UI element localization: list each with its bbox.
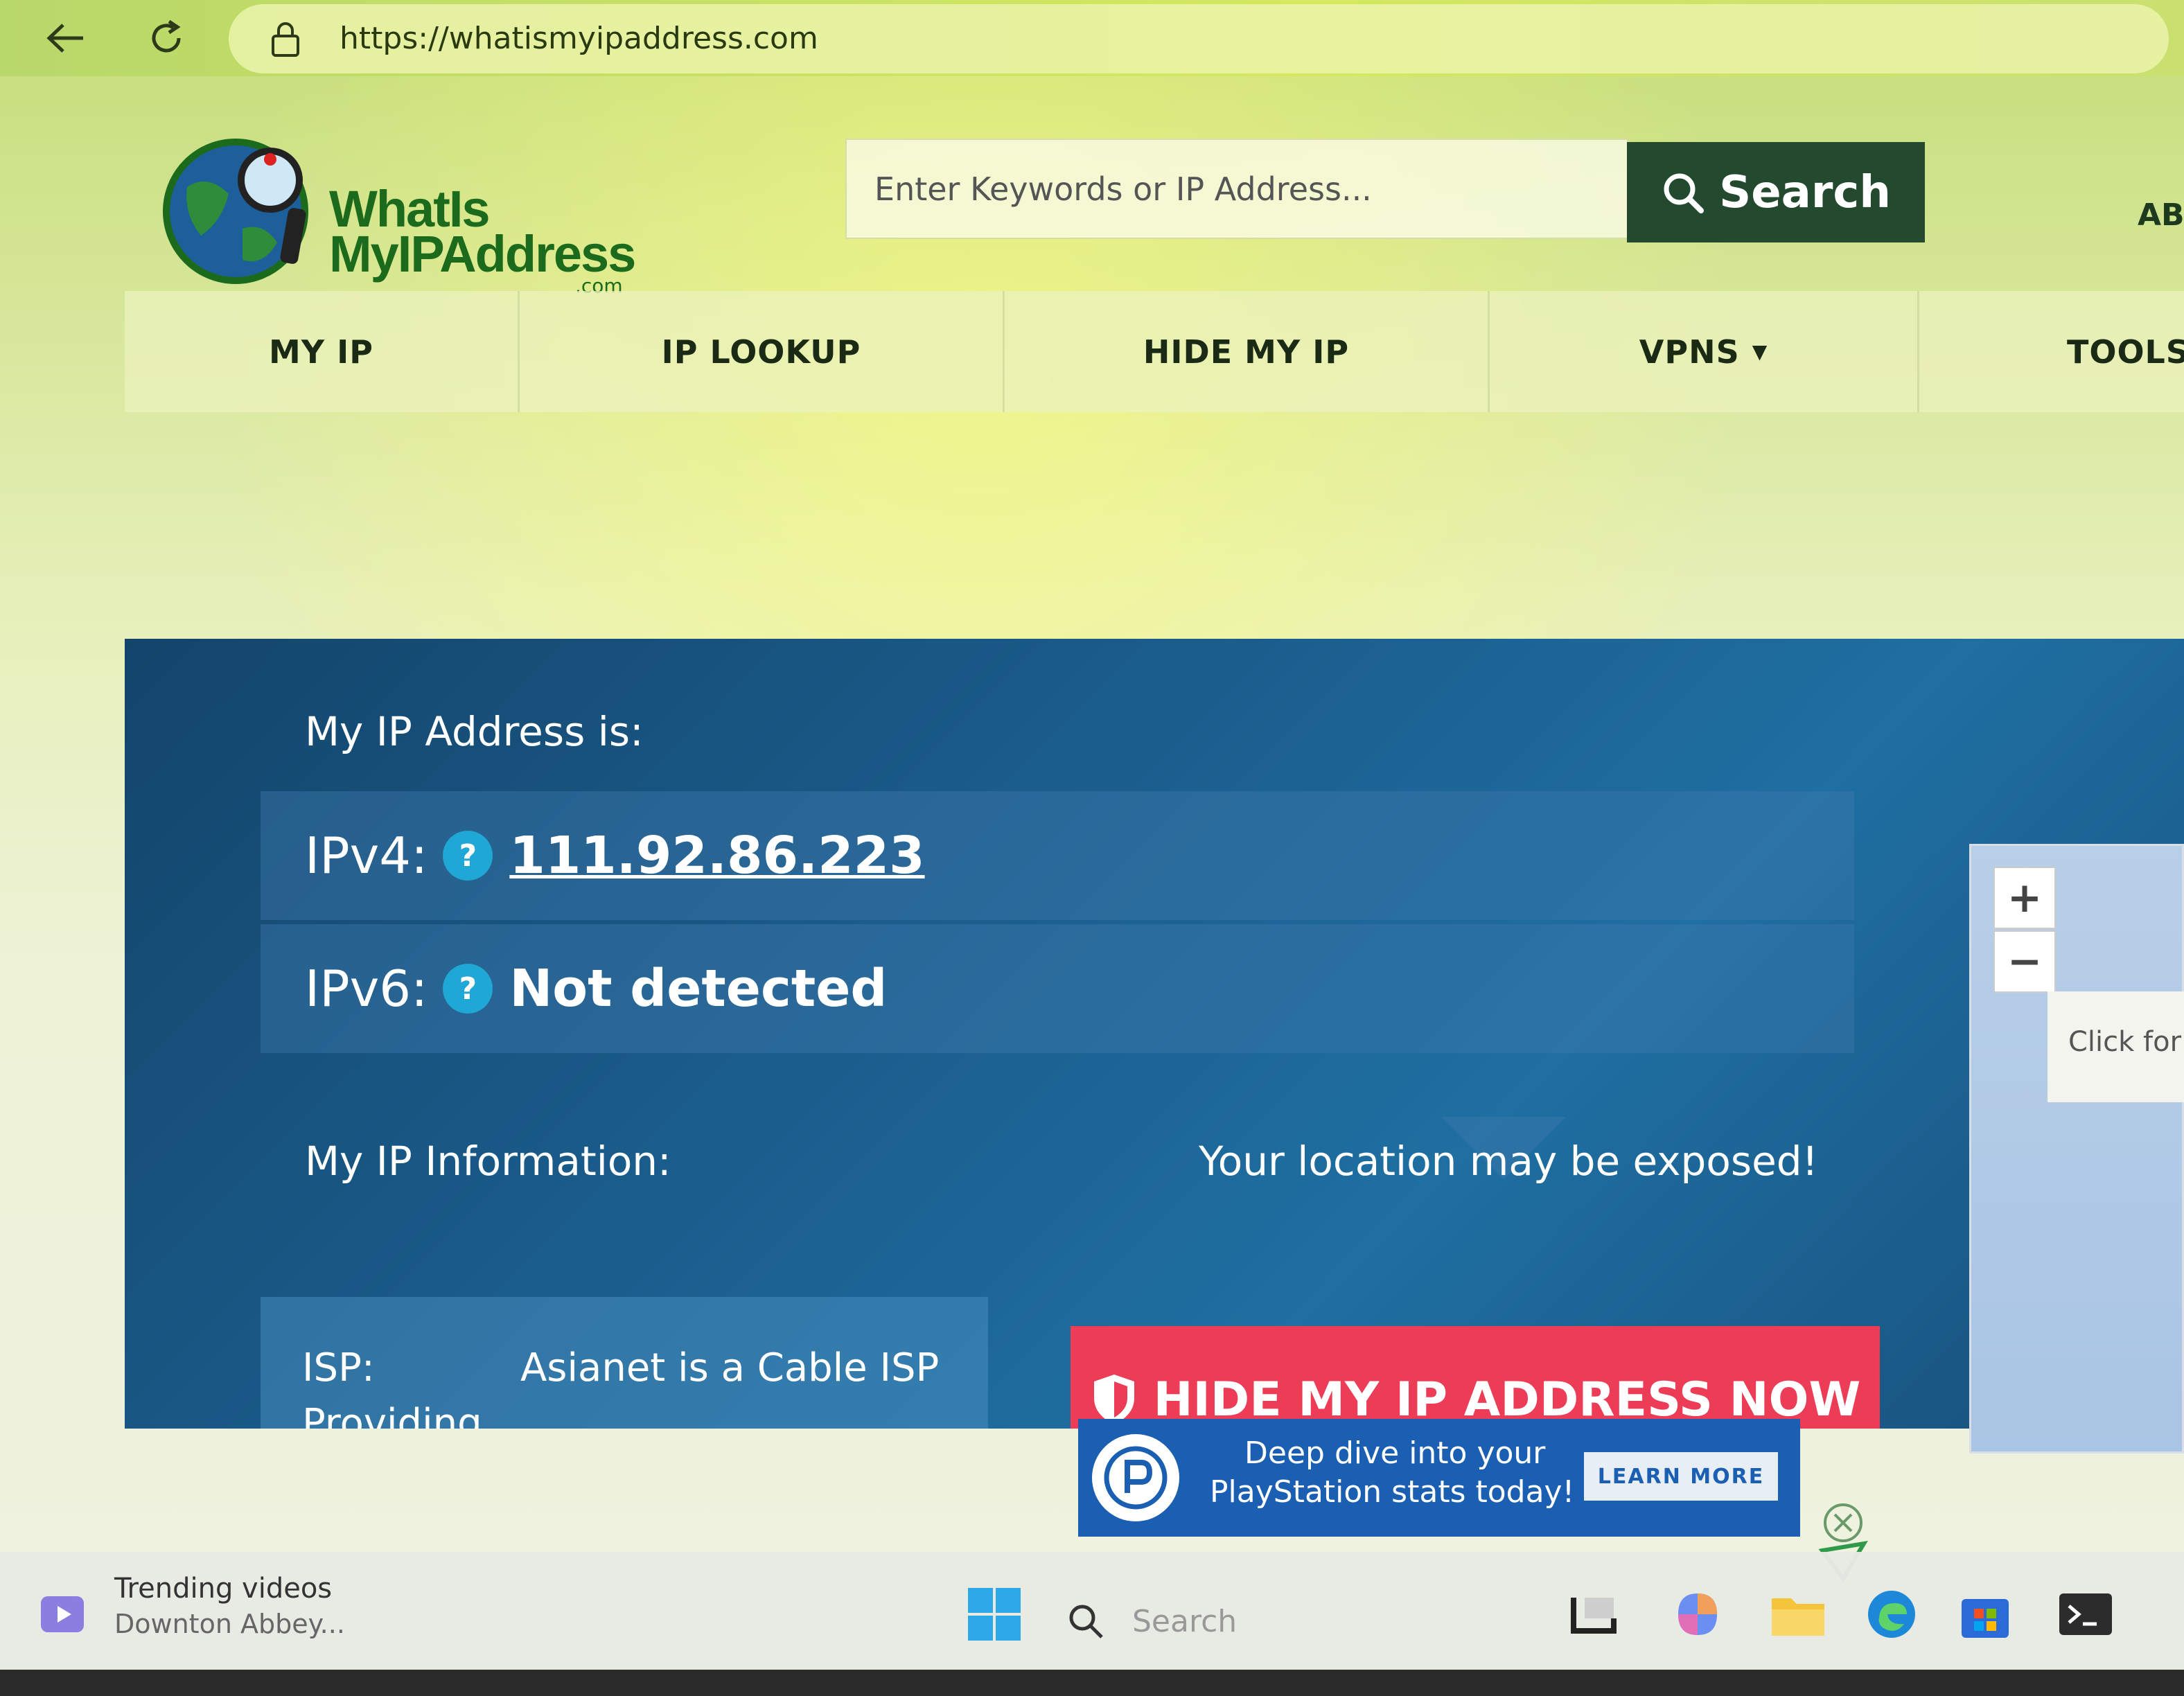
search-icon	[1069, 1605, 1103, 1638]
location-map[interactable]: + − Click for r	[1969, 844, 2184, 1454]
terminal-icon	[2059, 1593, 2112, 1635]
taskbar-search-placeholder: Search	[1132, 1603, 1238, 1639]
reload-button[interactable]	[142, 14, 191, 62]
site-logo[interactable]: WhatIs MyIPAddress .com	[159, 118, 644, 297]
lock-icon	[272, 22, 299, 57]
nav-hide-my-ip[interactable]: HIDE MY IP	[1005, 291, 1490, 412]
folder-icon	[1772, 1598, 1824, 1636]
windows-logo-icon	[968, 1588, 1021, 1641]
hide-my-ip-button[interactable]: HIDE MY IP ADDRESS NOW	[1071, 1326, 1880, 1429]
reload-icon	[152, 19, 181, 53]
ipv4-label: IPv4:	[305, 827, 428, 885]
ip-heading: My IP Address is:	[305, 708, 644, 755]
ipv4-value-link[interactable]: 111.92.86.223	[509, 826, 924, 885]
ipv6-value: Not detected	[509, 959, 888, 1018]
ip-address-panel: My IP Address is: IPv4: ? 111.92.86.223 …	[125, 639, 2184, 1429]
globe-logo-icon	[163, 139, 308, 284]
url-text: https://whatismyipaddress.com	[340, 21, 818, 56]
ipv6-label: IPv6:	[305, 960, 428, 1018]
start-button[interactable]	[960, 1580, 1029, 1649]
screen-bezel	[0, 1670, 2184, 1696]
location-exposed-text: Your location may be exposed!	[1199, 1138, 1818, 1185]
map-tooltip[interactable]: Click for r	[2048, 991, 2184, 1102]
browser-toolbar: https://whatismyipaddress.com	[0, 0, 2184, 76]
webpage: WhatIs MyIPAddress .com Enter Keywords o…	[0, 76, 2184, 1582]
logo-text-line2: MyIPAddress	[329, 225, 636, 283]
nav-label: IP LOOKUP	[661, 333, 861, 371]
taskbar-search[interactable]: Search	[1067, 1593, 1552, 1649]
help-icon[interactable]: ?	[443, 964, 493, 1014]
ip-info-heading: My IP Information:	[305, 1138, 671, 1185]
zoom-in-button[interactable]: +	[1993, 867, 2056, 929]
task-view-button[interactable]	[1559, 1580, 1628, 1649]
ipv4-row: IPv4: ? 111.92.86.223	[261, 791, 1854, 920]
nav-ip-lookup[interactable]: IP LOOKUP	[520, 291, 1005, 412]
ad-learn-more-button[interactable]: LEARN MORE	[1584, 1452, 1778, 1501]
caret-down-icon: ▼	[1752, 340, 1768, 363]
nav-about-cut[interactable]: AB	[2138, 197, 2184, 233]
search-button-label: Search	[1719, 166, 1891, 218]
zoom-out-button[interactable]: −	[1993, 930, 2056, 993]
search-button[interactable]: Search	[1627, 142, 1925, 242]
isp-value: Asianet is a Cable ISP	[520, 1345, 940, 1390]
nav-label: TOOLS	[2066, 333, 2184, 371]
task-view-icon	[1571, 1598, 1617, 1634]
nav-vpns[interactable]: VPNS ▼	[1490, 291, 1919, 412]
nav-my-ip[interactable]: MY IP	[125, 291, 520, 412]
isp-label: ISP:	[302, 1345, 375, 1390]
copilot-icon	[1678, 1593, 1717, 1635]
nav-tools[interactable]: TOOLS	[1919, 291, 2184, 412]
ipv6-row: IPv6: ? Not detected	[261, 924, 1854, 1053]
back-button[interactable]	[42, 14, 90, 62]
ad-banner[interactable]: Deep dive into your PlayStation stats to…	[1078, 1419, 1800, 1537]
os-taskbar: Trending videos Downton Abbey... Search	[0, 1552, 2184, 1670]
address-bar[interactable]: https://whatismyipaddress.com	[229, 4, 2169, 73]
search-input[interactable]: Enter Keywords or IP Address...	[845, 139, 1628, 239]
video-play-icon	[41, 1596, 84, 1632]
ad-text-line1: Deep dive into your	[1244, 1436, 1546, 1471]
widget-subtitle: Downton Abbey...	[114, 1609, 345, 1639]
ip-info-box: ISP: Asianet is a Cable ISP Providing	[261, 1297, 988, 1429]
store-icon	[1962, 1599, 2009, 1638]
copilot-button[interactable]	[1663, 1580, 1732, 1649]
nav-label: MY IP	[269, 333, 373, 371]
edge-icon	[1868, 1591, 1915, 1638]
main-nav: MY IP IP LOOKUP HIDE MY IP VPNS ▼ TOOLS	[125, 291, 2184, 412]
playstation-stats-logo-icon	[1092, 1434, 1179, 1521]
nav-label: HIDE MY IP	[1143, 333, 1350, 371]
search-placeholder: Enter Keywords or IP Address...	[874, 170, 1372, 208]
store-button[interactable]	[1950, 1580, 2020, 1649]
edge-browser-button[interactable]	[1857, 1580, 1926, 1649]
nav-label: VPNS	[1639, 333, 1740, 371]
widget-title: Trending videos	[114, 1573, 333, 1605]
isp-value-cont: Providing	[302, 1401, 482, 1429]
search-icon	[1664, 173, 1705, 213]
arrow-left-icon	[46, 24, 83, 53]
file-explorer-button[interactable]	[1763, 1580, 1833, 1649]
help-icon[interactable]: ?	[443, 831, 493, 881]
terminal-button[interactable]	[2051, 1580, 2120, 1649]
ad-text-line2: PlayStation stats today!	[1210, 1474, 1575, 1510]
widgets-button[interactable]	[28, 1580, 97, 1649]
